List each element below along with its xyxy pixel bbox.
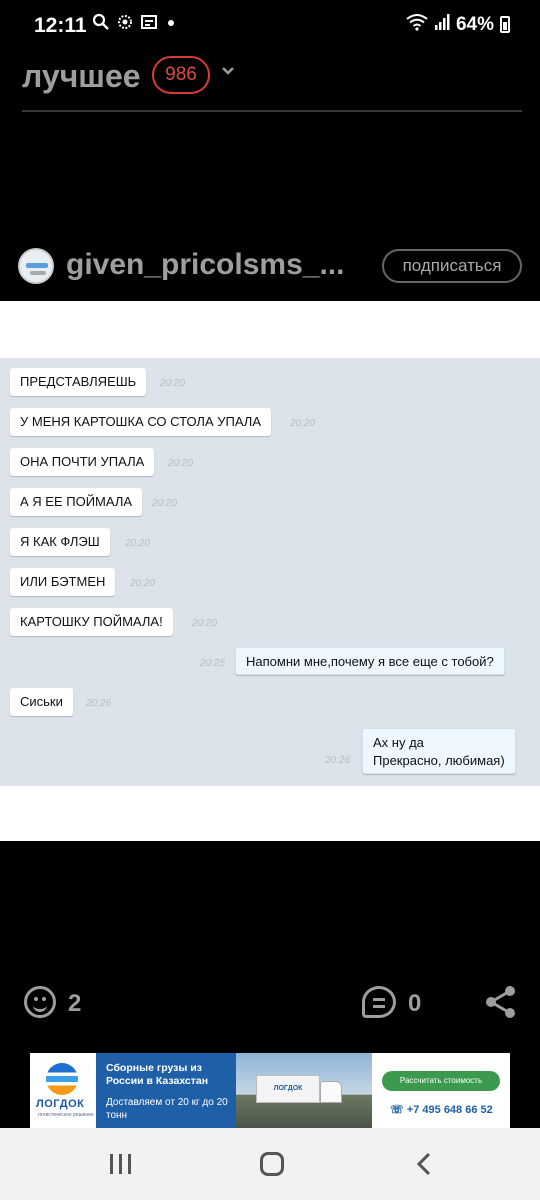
smile-icon[interactable]	[24, 986, 56, 1018]
truck-trailer: ЛОГДОК	[256, 1075, 320, 1103]
post-author-row: given_pricolsms_... подписаться	[18, 244, 522, 290]
gallery-icon	[140, 13, 158, 36]
subscribe-button[interactable]: подписаться	[382, 249, 522, 283]
chevron-down-icon[interactable]	[220, 62, 236, 85]
search-icon	[92, 13, 110, 36]
post-actions: 2 0	[0, 980, 540, 1030]
truck-image: ЛОГДОК	[236, 1053, 372, 1128]
share-icon[interactable]	[484, 984, 518, 1020]
status-time: 12:11	[34, 14, 87, 37]
chat-time: 20:26	[325, 755, 351, 766]
chat-message: Сиськи	[10, 688, 73, 716]
phone-icon: ☏	[390, 1104, 407, 1116]
status-bar: 12:11 64%	[0, 0, 540, 50]
signal-icon	[434, 13, 450, 36]
avatar[interactable]	[18, 248, 54, 284]
chat-message-outgoing: Напомни мне,почему я все еще с тобой?	[235, 647, 505, 675]
settings-icon	[116, 13, 134, 36]
truck-label: ЛОГДОК	[273, 1085, 303, 1092]
chat-time: 20:20	[168, 458, 194, 469]
chat-message: ПРЕДСТАВЛЯЕШЬ	[10, 368, 147, 396]
ad-logo: ЛОГДОК логистическое решение	[30, 1053, 96, 1128]
calculate-cost-button[interactable]: Рассчитать стоимость	[382, 1071, 500, 1091]
logo-globe-icon	[46, 1063, 78, 1095]
back-icon[interactable]	[416, 1152, 432, 1176]
ad-phone[interactable]: ☏ +7 495 648 66 52	[390, 1103, 493, 1116]
chat-time: 20:20	[152, 498, 178, 509]
chat-time: 20:20	[160, 378, 186, 389]
battery-icon	[500, 16, 510, 33]
chat-time: 20:20	[125, 538, 151, 549]
ad-subline: Доставляем от 20 кг до 20 тонн	[106, 1097, 228, 1121]
system-nav-bar	[0, 1128, 540, 1200]
chat-message-line: Ах ну да	[373, 735, 424, 750]
recent-apps-icon[interactable]	[110, 1154, 134, 1174]
truck-cab	[320, 1081, 342, 1103]
chat-message: У МЕНЯ КАРТОШКА СО СТОЛА УПАЛА	[10, 408, 272, 436]
chat-message: А Я ЕЕ ПОЙМАЛА	[10, 488, 143, 516]
chat-message-line: Прекрасно, любимая)	[373, 753, 505, 768]
feed-count-badge: 986	[152, 56, 210, 94]
author-name[interactable]: given_pricolsms_...	[66, 248, 344, 282]
battery-percent: 64%	[455, 13, 494, 35]
chat-time: 20:20	[290, 418, 316, 429]
ad-logo-text: ЛОГДОК	[36, 1098, 85, 1110]
ad-banner[interactable]: ЛОГДОК логистическое решение Сборные гру…	[30, 1053, 510, 1128]
chat-message: КАРТОШКУ ПОЙМАЛА!	[10, 608, 173, 636]
ad-phone-number: +7 495 648 66 52	[406, 1104, 493, 1116]
post-image[interactable]: ПРЕДСТАВЛЯЕШЬ 20:20 У МЕНЯ КАРТОШКА СО С…	[0, 301, 540, 841]
chat-time: 20:26	[86, 698, 112, 709]
chat-time: 20:20	[130, 578, 156, 589]
comment-icon[interactable]	[362, 986, 396, 1018]
chat-message: ИЛИ БЭТМЕН	[10, 568, 116, 596]
status-icons-left	[92, 13, 178, 36]
ad-logo-subtitle: логистическое решение	[38, 1112, 94, 1118]
chat-message: Я КАК ФЛЭШ	[10, 528, 110, 556]
chat-message-outgoing: Ах ну да Прекрасно, любимая)	[362, 728, 516, 774]
feed-header: лучшее 986	[22, 52, 522, 112]
ad-headline: Сборные грузы из России в Казахстан	[106, 1062, 209, 1087]
chat-time: 20:20	[192, 618, 218, 629]
chat-message: ОНА ПОЧТИ УПАЛА	[10, 448, 155, 476]
feed-title[interactable]: лучшее	[22, 58, 141, 95]
comments-count: 0	[408, 990, 422, 1017]
ad-text-panel: Сборные грузы из России в Казахстан Дост…	[96, 1053, 236, 1128]
chat-screenshot: ПРЕДСТАВЛЯЕШЬ 20:20 У МЕНЯ КАРТОШКА СО С…	[0, 358, 540, 786]
chat-time: 20:25	[200, 658, 226, 669]
wifi-icon	[406, 13, 428, 36]
dot-icon	[164, 13, 178, 36]
home-icon[interactable]	[260, 1152, 284, 1176]
reactions-count: 2	[68, 990, 82, 1017]
status-right: 64%	[406, 13, 510, 36]
ad-cta-area: Рассчитать стоимость ☏ +7 495 648 66 52	[372, 1053, 510, 1128]
